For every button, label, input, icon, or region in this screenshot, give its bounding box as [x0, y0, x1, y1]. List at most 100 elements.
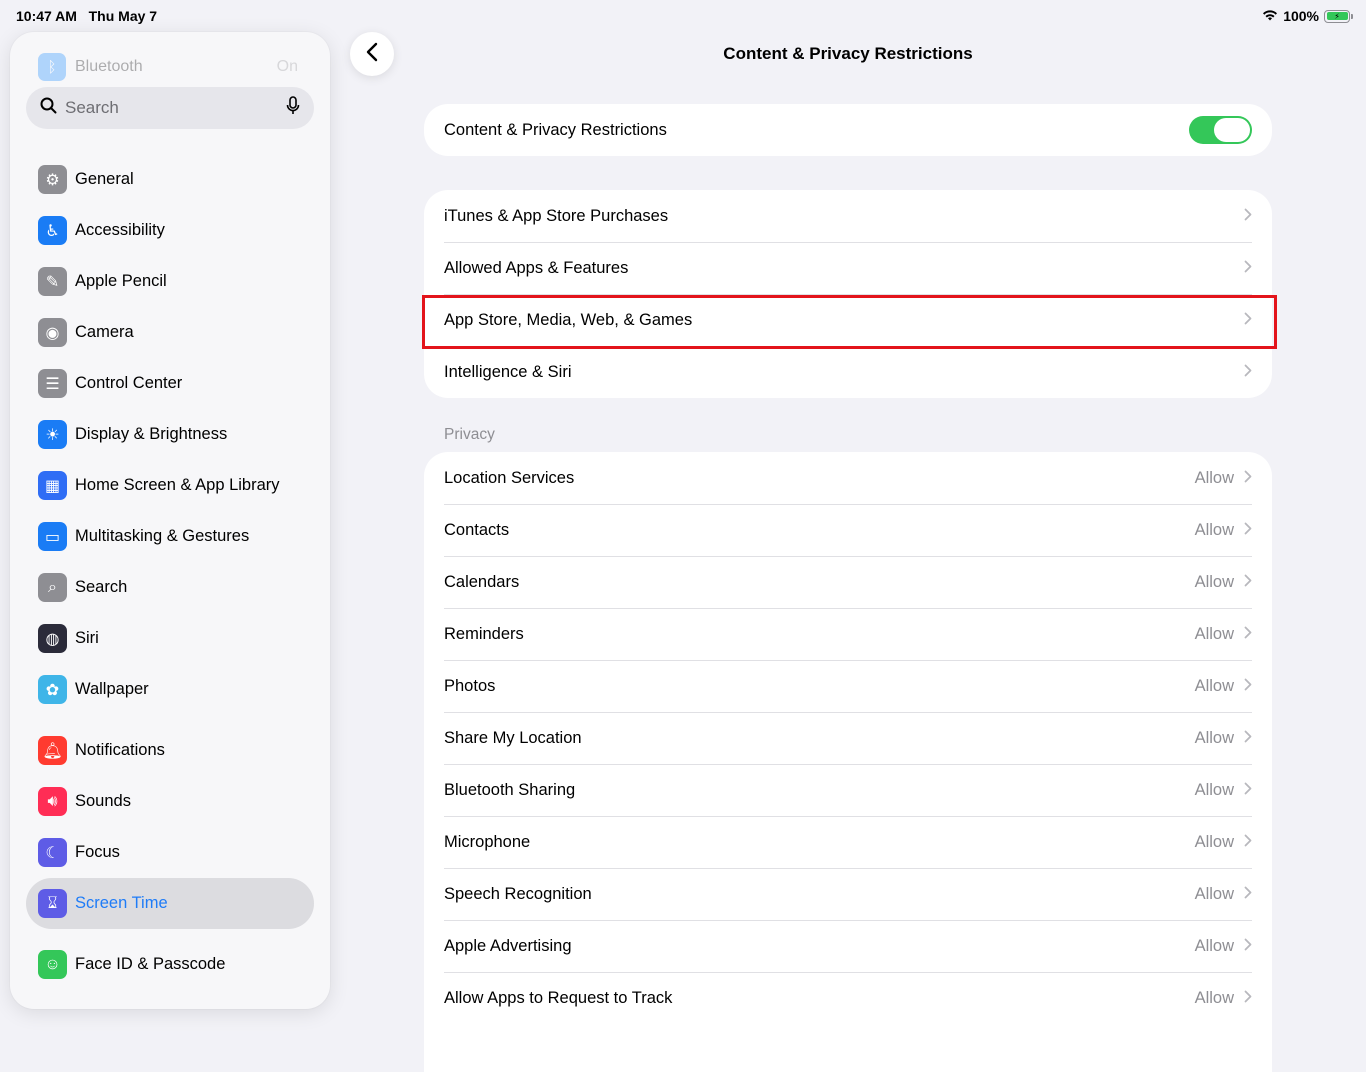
- sidebar-item-value: On: [276, 58, 298, 75]
- sidebar-item-label: Face ID & Passcode: [75, 955, 226, 973]
- chevron-right-icon: [1244, 781, 1252, 800]
- privacy-group: Location Services Allow Contacts Allow Calen…: [424, 452, 1272, 1072]
- privacy-row-microphone[interactable]: Microphone Allow: [424, 816, 1272, 868]
- sidebar-item-label: General: [75, 170, 134, 188]
- row-value: Allow: [1194, 468, 1234, 487]
- brightness-icon: ☀: [38, 420, 67, 449]
- sidebar-item-label: Multitasking & Gestures: [75, 527, 250, 545]
- privacy-row-calendars[interactable]: Calendars Allow: [424, 556, 1272, 608]
- row-label: Apple Advertising: [444, 936, 572, 955]
- battery-icon: ⚡︎: [1324, 9, 1353, 23]
- bluetooth-icon: ᛒ: [38, 53, 66, 81]
- sidebar-item-label: Siri: [75, 629, 99, 647]
- content-privacy-toggle-row: Content & Privacy Restrictions: [424, 104, 1272, 156]
- privacy-row-apple-advertising[interactable]: Apple Advertising Allow: [424, 920, 1272, 972]
- wifi-icon: [1262, 8, 1278, 24]
- sidebar-item-general[interactable]: ⚙ General: [26, 154, 314, 205]
- privacy-row-location-services[interactable]: Location Services Allow: [424, 452, 1272, 504]
- privacy-row-allow-apps-to-request-to-track[interactable]: Allow Apps to Request to Track Allow: [424, 972, 1272, 1024]
- row-label: Reminders: [444, 624, 524, 643]
- privacy-row-reminders[interactable]: Reminders Allow: [424, 608, 1272, 660]
- row-value: Allow: [1194, 520, 1234, 539]
- sidebar-item-label: Control Center: [75, 374, 183, 392]
- privacy-section-header: Privacy: [444, 426, 495, 443]
- microphone-icon[interactable]: [286, 96, 300, 120]
- sidebar-item-search[interactable]: ⌕ Search: [26, 562, 314, 613]
- sidebar-item-label: Focus: [75, 843, 120, 861]
- restriction-row-itunes-app-store-purchases[interactable]: iTunes & App Store Purchases: [424, 190, 1272, 242]
- sidebar-item-bluetooth[interactable]: ᛒ Bluetooth On: [38, 52, 298, 82]
- chevron-right-icon: [1244, 207, 1252, 226]
- status-time: 10:47 AM Thu May 7: [16, 8, 158, 24]
- home-screen-icon: ▦: [38, 471, 67, 500]
- row-label: Bluetooth Sharing: [444, 780, 576, 799]
- multitasking-icon: ▭: [38, 522, 67, 551]
- sidebar-item-label: Sounds: [75, 792, 131, 810]
- row-value: Allow: [1194, 884, 1234, 903]
- camera-icon: ◉: [38, 318, 67, 347]
- search-icon: ⌕: [38, 573, 67, 602]
- row-label: Allowed Apps & Features: [444, 258, 629, 277]
- restriction-row-allowed-apps-features[interactable]: Allowed Apps & Features: [424, 242, 1272, 294]
- restriction-row-intelligence-siri[interactable]: Intelligence & Siri: [424, 346, 1272, 398]
- chevron-right-icon: [1244, 625, 1252, 644]
- search-field[interactable]: [26, 87, 314, 129]
- row-label: Intelligence & Siri: [444, 362, 572, 381]
- face-id-icon: ☺: [38, 950, 67, 979]
- chevron-right-icon: [1244, 833, 1252, 852]
- sidebar-item-home-screen-app-library[interactable]: ▦ Home Screen & App Library: [26, 460, 314, 511]
- privacy-row-contacts[interactable]: Contacts Allow: [424, 504, 1272, 556]
- chevron-right-icon: [1244, 521, 1252, 540]
- sidebar-item-siri[interactable]: ◍ Siri: [26, 613, 314, 664]
- sidebar-item-accessibility[interactable]: ♿ Accessibility: [26, 205, 314, 256]
- sidebar-item-display-brightness[interactable]: ☀ Display & Brightness: [26, 409, 314, 460]
- sidebar-item-wallpaper[interactable]: ✿ Wallpaper: [26, 664, 314, 715]
- search-input[interactable]: [65, 98, 286, 118]
- row-label: Contacts: [444, 520, 510, 539]
- sidebar-item-label: Apple Pencil: [75, 272, 167, 290]
- sidebar-list: ⚙ General ♿ Accessibility ✎ Apple Pencil ◉ Came…: [26, 154, 314, 990]
- moon-icon: ☾: [38, 838, 67, 867]
- search-icon: [40, 97, 57, 119]
- privacy-row-bluetooth-sharing[interactable]: Bluetooth Sharing Allow: [424, 764, 1272, 816]
- sidebar-item-label: Home Screen & App Library: [75, 476, 280, 494]
- row-value: Allow: [1194, 676, 1234, 695]
- row-label: App Store, Media, Web, & Games: [444, 310, 693, 329]
- chevron-right-icon: [1244, 989, 1252, 1008]
- restriction-row-app-store-media-web-games[interactable]: App Store, Media, Web, & Games: [424, 294, 1272, 346]
- row-label: Content & Privacy Restrictions: [444, 120, 667, 139]
- privacy-row-speech-recognition[interactable]: Speech Recognition Allow: [424, 868, 1272, 920]
- sidebar-item-control-center[interactable]: ☰ Control Center: [26, 358, 314, 409]
- row-label: Location Services: [444, 468, 575, 487]
- hourglass-icon: ⌛︎: [38, 889, 67, 918]
- row-value: Allow: [1194, 832, 1234, 851]
- back-button[interactable]: [350, 32, 394, 76]
- sidebar-item-notifications[interactable]: 🔔︎ Notifications: [26, 725, 314, 776]
- privacy-row-share-my-location[interactable]: Share My Location Allow: [424, 712, 1272, 764]
- page-title: Content & Privacy Restrictions: [723, 44, 973, 63]
- chevron-right-icon: [1244, 469, 1252, 488]
- bell-icon: 🔔︎: [38, 736, 67, 765]
- chevron-left-icon: [366, 42, 378, 67]
- row-value: Allow: [1194, 988, 1234, 1007]
- row-value: Allow: [1194, 624, 1234, 643]
- sidebar-item-camera[interactable]: ◉ Camera: [26, 307, 314, 358]
- row-label: iTunes & App Store Purchases: [444, 206, 669, 225]
- chevron-right-icon: [1244, 677, 1252, 696]
- sidebar-item-face-id-passcode[interactable]: ☺ Face ID & Passcode: [26, 939, 314, 990]
- sidebar-item-sounds[interactable]: 🔊︎ Sounds: [26, 776, 314, 827]
- sidebar-item-screen-time[interactable]: ⌛︎ Screen Time: [26, 878, 314, 929]
- privacy-row-photos[interactable]: Photos Allow: [424, 660, 1272, 712]
- content-privacy-toggle[interactable]: [1189, 116, 1252, 144]
- row-label: Speech Recognition: [444, 884, 592, 903]
- sidebar-item-label: Camera: [75, 323, 134, 341]
- chevron-right-icon: [1244, 885, 1252, 904]
- row-value: Allow: [1194, 728, 1234, 747]
- sidebar-item-label: Search: [75, 578, 128, 596]
- sidebar-item-focus[interactable]: ☾ Focus: [26, 827, 314, 878]
- battery-percent: 100%: [1283, 8, 1319, 24]
- sidebar-item-label: Wallpaper: [75, 680, 149, 698]
- sidebar-item-multitasking-gestures[interactable]: ▭ Multitasking & Gestures: [26, 511, 314, 562]
- pencil-icon: ✎: [38, 267, 67, 296]
- sidebar-item-apple-pencil[interactable]: ✎ Apple Pencil: [26, 256, 314, 307]
